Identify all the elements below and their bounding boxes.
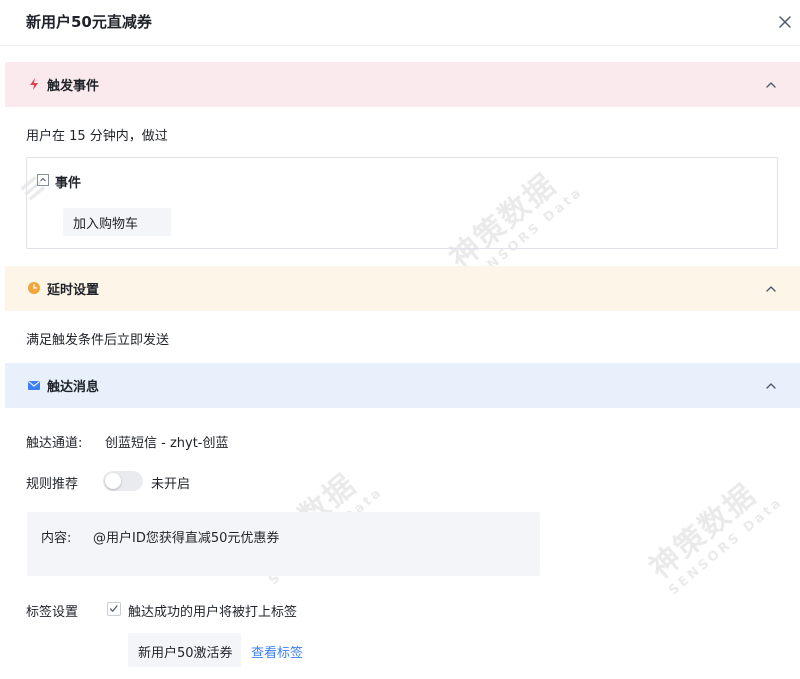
envelope-icon (28, 381, 40, 390)
channel-value: 创蓝短信 - zhyt-创蓝 (105, 436, 229, 451)
dialog-title: 新用户50元直减券 (26, 13, 152, 31)
watermark: 神策数据 SENSORS Data (643, 477, 787, 599)
delay-section-header[interactable]: 延时设置 (5, 266, 800, 311)
event-name: 加入购物车 (73, 217, 139, 232)
channel-label: 触达通道: (26, 436, 83, 451)
view-tags-link[interactable]: 查看标签 (251, 642, 303, 661)
chevron-up-icon[interactable] (764, 379, 778, 393)
delay-section-title: 延时设置 (47, 283, 100, 298)
clock-icon (28, 282, 40, 294)
content-label: 内容: (41, 531, 72, 546)
content-value: @用户ID您获得直减50元优惠券 (93, 531, 280, 546)
trigger-section-header[interactable]: 触发事件 (5, 62, 800, 107)
dialog-header: 新用户50元直减券 (0, 0, 800, 46)
trigger-description: 用户在 15 分钟内，做过 (26, 129, 168, 144)
reach-section-title: 触达消息 (47, 380, 100, 395)
tag-name: 新用户50激活券 (138, 646, 233, 661)
checkmark-icon (109, 605, 118, 612)
tag-checkbox-text: 触达成功的用户将被打上标签 (128, 605, 298, 620)
tag-settings-label: 标签设置 (26, 605, 79, 620)
tag-checkbox[interactable] (107, 602, 121, 616)
chevron-up-icon[interactable] (764, 78, 778, 92)
close-icon[interactable] (774, 11, 796, 33)
event-tag: 加入购物车 (63, 208, 171, 236)
delay-description: 满足触发条件后立即发送 (26, 333, 170, 348)
rule-recommend-toggle[interactable] (103, 471, 143, 491)
rule-label: 规则推荐 (26, 477, 79, 492)
rule-toggle-status: 未开启 (151, 477, 191, 492)
chevron-up-icon[interactable] (764, 282, 778, 296)
collapse-square-icon[interactable] (37, 174, 49, 186)
trigger-section-title: 触发事件 (47, 79, 100, 94)
event-group-label: 事件 (55, 176, 82, 191)
tag-chip: 新用户50激活券 (128, 633, 241, 667)
event-group: 事件 加入购物车 (26, 157, 778, 249)
toggle-knob (105, 473, 121, 489)
reach-section-header[interactable]: 触达消息 (5, 363, 800, 408)
message-content-box: 内容: @用户ID您获得直减50元优惠券 (27, 512, 540, 576)
lightning-icon (30, 78, 38, 90)
